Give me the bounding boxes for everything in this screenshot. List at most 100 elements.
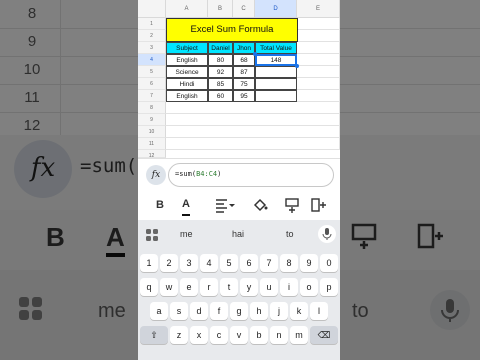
key-5[interactable]: 5 (220, 254, 238, 272)
cell[interactable] (297, 78, 340, 90)
table-row[interactable] (166, 138, 340, 150)
insert-row-button[interactable] (284, 196, 300, 214)
cell-c5[interactable]: 87 (233, 66, 255, 78)
column-header-c[interactable]: C (233, 0, 255, 18)
header-cell-jhon[interactable]: Jhon (233, 42, 255, 54)
key-m[interactable]: m (290, 326, 308, 344)
key-o[interactable]: o (300, 278, 318, 296)
key-c[interactable]: c (210, 326, 228, 344)
key-s[interactable]: s (170, 302, 188, 320)
cell-c6[interactable]: 75 (233, 78, 255, 90)
key-9[interactable]: 9 (300, 254, 318, 272)
header-cell-daniel[interactable]: Daniel (208, 42, 233, 54)
key-7[interactable]: 7 (260, 254, 278, 272)
selection-handle-bottom[interactable] (295, 64, 299, 68)
row-header[interactable]: 7 (138, 90, 166, 102)
key-u[interactable]: u (260, 278, 278, 296)
row-header[interactable]: 1 (138, 18, 166, 30)
cell[interactable] (297, 30, 340, 42)
table-row[interactable] (166, 126, 340, 138)
cell-d6[interactable] (255, 78, 297, 90)
table-row[interactable] (166, 102, 340, 114)
key-v[interactable]: v (230, 326, 248, 344)
key-b[interactable]: b (250, 326, 268, 344)
fill-color-button[interactable] (252, 196, 268, 214)
row-header[interactable]: 6 (138, 78, 166, 90)
column-header-d[interactable]: D (255, 0, 297, 18)
column-header-b[interactable]: B (208, 0, 233, 18)
key-h[interactable]: h (250, 302, 268, 320)
cell-b4[interactable]: 80 (208, 54, 233, 66)
column-header-a[interactable]: A (166, 0, 208, 18)
cell-a7[interactable]: English (166, 90, 208, 102)
fx-icon[interactable]: fx (146, 165, 166, 185)
cell-b5[interactable]: 92 (208, 66, 233, 78)
row-header[interactable]: 5 (138, 66, 166, 78)
select-all-corner[interactable] (138, 0, 166, 18)
bold-button[interactable]: B (156, 196, 164, 214)
table-row[interactable] (166, 114, 340, 126)
key-p[interactable]: p (320, 278, 338, 296)
key-q[interactable]: q (140, 278, 158, 296)
cell-b7[interactable]: 60 (208, 90, 233, 102)
backspace-key[interactable]: ⌫ (310, 326, 338, 344)
key-w[interactable]: w (160, 278, 178, 296)
cell[interactable] (297, 90, 340, 102)
key-n[interactable]: n (270, 326, 288, 344)
spreadsheet-grid[interactable]: A B C D E 1 2 3 4 5 6 7 8 9 10 11 12 Exc… (138, 0, 340, 159)
key-d[interactable]: d (190, 302, 208, 320)
key-4[interactable]: 4 (200, 254, 218, 272)
key-2[interactable]: 2 (160, 254, 178, 272)
cell-d5[interactable] (255, 66, 297, 78)
cell-a4[interactable]: English (166, 54, 208, 66)
key-y[interactable]: y (240, 278, 258, 296)
insert-column-button[interactable] (310, 196, 326, 214)
suggestion-word[interactable]: hai (232, 229, 244, 239)
row-header[interactable]: 3 (138, 42, 166, 54)
suggestion-word[interactable]: to (286, 229, 294, 239)
cell-b6[interactable]: 85 (208, 78, 233, 90)
selection-handle-top[interactable] (253, 52, 257, 56)
align-dropdown[interactable] (214, 196, 236, 214)
suggestion-word[interactable]: me (180, 229, 193, 239)
row-header[interactable]: 4 (138, 54, 166, 66)
column-header-e[interactable]: E (297, 0, 340, 18)
row-header[interactable]: 10 (138, 126, 166, 138)
key-j[interactable]: j (270, 302, 288, 320)
text-color-button[interactable]: A (182, 196, 190, 216)
cell-a6[interactable]: Hindi (166, 78, 208, 90)
cell[interactable] (297, 42, 340, 54)
header-cell-total[interactable]: Total Value (255, 42, 297, 54)
mic-icon[interactable] (318, 225, 336, 243)
key-e[interactable]: e (180, 278, 198, 296)
key-z[interactable]: z (170, 326, 188, 344)
apps-grid-icon[interactable] (146, 228, 158, 246)
key-g[interactable]: g (230, 302, 248, 320)
row-header[interactable]: 12 (138, 150, 166, 159)
row-header[interactable]: 11 (138, 138, 166, 150)
formula-input[interactable]: =sum(B4:C4) (168, 163, 334, 187)
key-f[interactable]: f (210, 302, 228, 320)
cell-c7[interactable]: 95 (233, 90, 255, 102)
title-cell[interactable]: Excel Sum Formula (166, 18, 298, 42)
key-0[interactable]: 0 (320, 254, 338, 272)
header-cell-subject[interactable]: Subject (166, 42, 208, 54)
cell-a5[interactable]: Science (166, 66, 208, 78)
key-l[interactable]: l (310, 302, 328, 320)
key-i[interactable]: i (280, 278, 298, 296)
row-header[interactable]: 8 (138, 102, 166, 114)
key-8[interactable]: 8 (280, 254, 298, 272)
key-t[interactable]: t (220, 278, 238, 296)
key-r[interactable]: r (200, 278, 218, 296)
key-3[interactable]: 3 (180, 254, 198, 272)
cell-d4-active[interactable]: 148 (255, 54, 297, 66)
shift-key[interactable]: ⇧ (140, 326, 168, 344)
cell[interactable] (297, 66, 340, 78)
row-header[interactable]: 9 (138, 114, 166, 126)
cell-c4[interactable]: 68 (233, 54, 255, 66)
key-6[interactable]: 6 (240, 254, 258, 272)
key-a[interactable]: a (150, 302, 168, 320)
cell-d7[interactable] (255, 90, 297, 102)
key-k[interactable]: k (290, 302, 308, 320)
cell[interactable] (297, 18, 340, 30)
